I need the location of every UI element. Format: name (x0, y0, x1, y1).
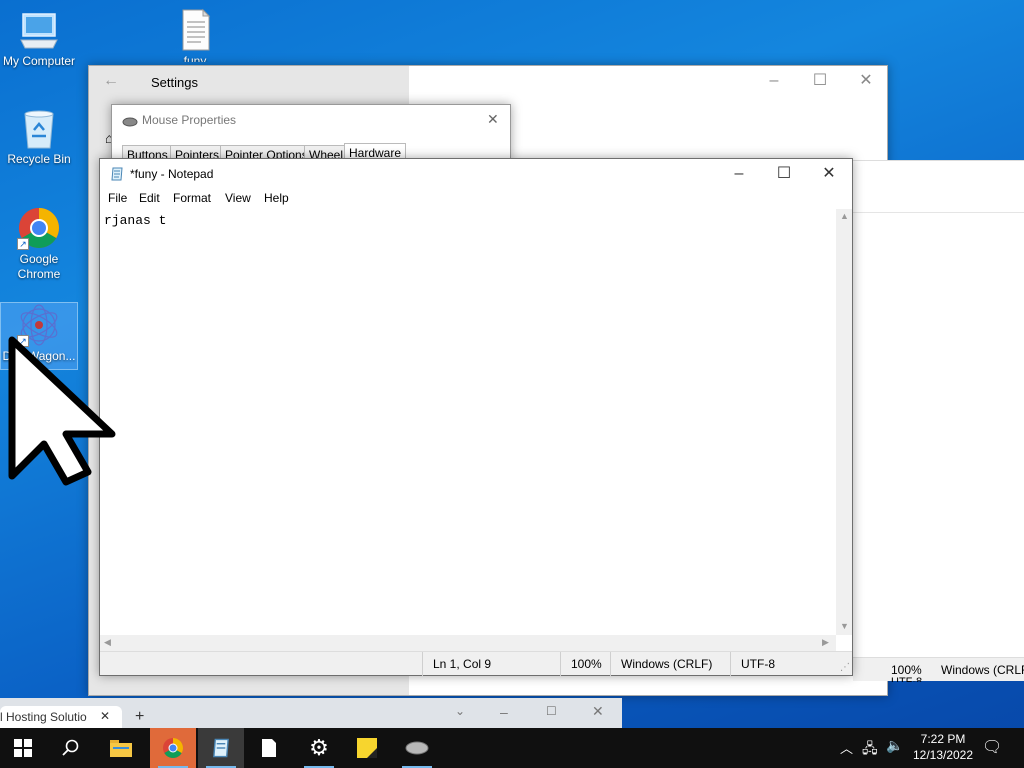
background-window-panel: 100% Windows (CRLF UTF-8 (853, 160, 1024, 682)
sticky-notes-icon (357, 738, 377, 758)
menu-edit[interactable]: Edit (139, 191, 160, 205)
text-file-icon (173, 8, 217, 52)
vertical-scrollbar[interactable]: ▲ ▼ (836, 209, 852, 635)
notepad-icon (110, 167, 124, 184)
notepad-window[interactable]: *funy - Notepad – ☐ ✕ File Edit Format V… (99, 158, 853, 676)
browser-window[interactable]: l Hosting Solutio ✕ + ⌄ – ☐ ✕ (0, 698, 622, 728)
folder-icon (110, 740, 132, 757)
browser-tab[interactable]: l Hosting Solutio ✕ (0, 706, 122, 728)
computer-icon (17, 8, 61, 52)
taskbar: ⚙ ︿ 🖧 🔈 7:22 PM 12/13/2022 🗨 (0, 728, 1024, 768)
desktop-icon-my-computer[interactable]: My Computer (1, 8, 77, 69)
mouse-cursor-icon (8, 336, 118, 489)
search-button[interactable] (48, 728, 94, 768)
status-bar: Ln 1, Col 9 100% Windows (CRLF) UTF-8 ⋰ (100, 651, 852, 676)
tab-close-icon[interactable]: ✕ (100, 709, 110, 723)
close-button[interactable]: ✕ (806, 159, 852, 189)
mouse-properties-title: Mouse Properties (142, 113, 237, 127)
scroll-right-icon[interactable]: ▶ (822, 637, 829, 648)
maximize-button[interactable]: ☐ (797, 66, 843, 96)
tab-search-icon[interactable]: ⌄ (455, 704, 465, 718)
menu-file[interactable]: File (108, 191, 127, 205)
background-line-ending: Windows (CRLF (941, 663, 1024, 677)
mouse-properties-dialog[interactable]: Mouse Properties ✕ Buttons Pointers Poin… (111, 104, 511, 163)
close-button[interactable]: ✕ (592, 703, 604, 720)
file-taskbar-button[interactable] (246, 728, 292, 768)
clock[interactable]: 7:22 PM 12/13/2022 (912, 731, 974, 763)
chrome-icon: ↗ (17, 206, 61, 250)
resize-grip-icon[interactable]: ⋰ (840, 662, 850, 673)
search-icon (62, 739, 79, 756)
mouse-icon (405, 741, 429, 755)
cursor-position: Ln 1, Col 9 (422, 652, 560, 676)
sticky-notes-taskbar-button[interactable] (344, 728, 390, 768)
notepad-icon (213, 738, 229, 758)
file-explorer-button[interactable] (98, 728, 144, 768)
start-button[interactable] (0, 728, 46, 768)
browser-tab-title: l Hosting Solutio (0, 710, 87, 724)
close-button[interactable]: ✕ (487, 111, 499, 128)
recycle-bin-icon (17, 106, 61, 150)
notepad-title: *funy - Notepad (130, 167, 214, 181)
scroll-down-icon[interactable]: ▼ (840, 621, 849, 631)
gear-icon: ⚙ (309, 735, 329, 760)
desktop-icon-recycle-bin[interactable]: Recycle Bin (1, 106, 77, 167)
line-ending: Windows (CRLF) (610, 652, 730, 676)
clock-time: 7:22 PM (920, 732, 966, 746)
maximize-button[interactable]: ☐ (546, 704, 557, 718)
settings-title: Settings (151, 75, 198, 90)
menu-bar: File Edit Format View Help (100, 189, 852, 209)
background-zoom: 100% (891, 663, 922, 677)
minimize-button[interactable]: – (500, 704, 508, 720)
scroll-left-icon[interactable]: ◀ (104, 637, 111, 648)
text-editor[interactable]: rjanas t (100, 209, 836, 635)
chrome-icon (163, 738, 183, 758)
new-tab-button[interactable]: + (135, 708, 144, 726)
close-button[interactable]: ✕ (843, 66, 889, 96)
horizontal-scrollbar[interactable]: ◀ ▶ (100, 635, 836, 651)
minimize-button[interactable]: – (716, 159, 762, 189)
background-statusbar: 100% Windows (CRLF UTF-8 (853, 657, 1024, 682)
desktop-icon-label: funy (183, 54, 207, 62)
notepad-taskbar-button[interactable] (198, 728, 244, 768)
windows-logo-icon (14, 739, 32, 757)
menu-format[interactable]: Format (173, 191, 211, 205)
encoding: UTF-8 (730, 652, 836, 676)
volume-icon[interactable]: 🔈 (886, 737, 903, 754)
menu-view[interactable]: View (225, 191, 251, 205)
maximize-button[interactable]: ☐ (761, 159, 807, 189)
mouse-properties-taskbar-button[interactable] (394, 728, 440, 768)
settings-taskbar-button[interactable]: ⚙ (296, 728, 342, 768)
document-icon (262, 739, 276, 757)
notification-icon[interactable]: 🗨 (982, 737, 1002, 757)
chrome-taskbar-button[interactable] (150, 728, 196, 768)
background-window-toolbar (853, 161, 1024, 213)
zoom-level: 100% (560, 652, 610, 676)
scroll-up-icon[interactable]: ▲ (840, 211, 849, 221)
shortcut-arrow-icon: ↗ (17, 238, 29, 250)
desktop-icon-label: Google Chrome (17, 252, 61, 281)
menu-help[interactable]: Help (264, 191, 289, 205)
desktop-icon-label: My Computer (2, 54, 76, 68)
desktop-icon-funy[interactable]: funy (157, 8, 233, 62)
show-hidden-icons-icon[interactable]: ︿ (840, 738, 853, 757)
minimize-button[interactable]: – (751, 66, 797, 96)
clock-date: 12/13/2022 (912, 748, 974, 762)
mouse-icon (122, 116, 138, 130)
background-encoding: UTF-8 (891, 676, 923, 682)
desktop-icon-google-chrome[interactable]: ↗ Google Chrome (1, 206, 77, 282)
network-icon[interactable]: 🖧 (862, 738, 878, 762)
desktop-icon-label: Recycle Bin (7, 152, 71, 166)
back-arrow-icon[interactable]: ← (103, 72, 119, 90)
